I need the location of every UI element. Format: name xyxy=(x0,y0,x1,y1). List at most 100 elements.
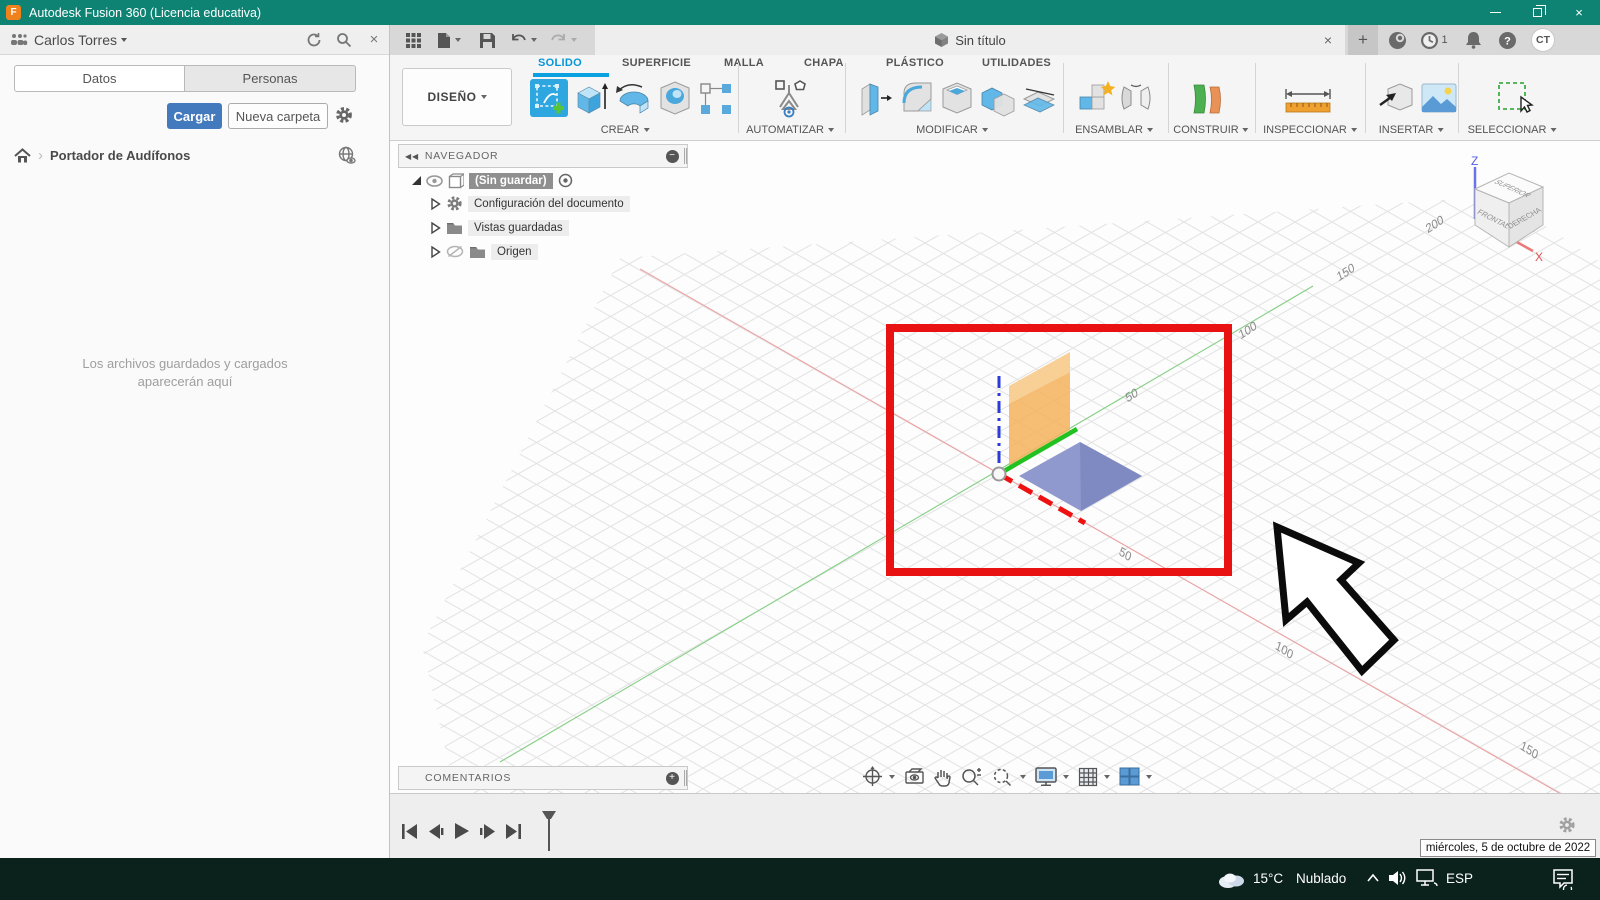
home-icon[interactable] xyxy=(14,147,31,163)
orbit-tool[interactable] xyxy=(862,766,895,787)
collapse-panel-icon[interactable]: ◀◀ xyxy=(405,152,419,161)
zoom-tool[interactable] xyxy=(961,767,983,787)
timeline-position-marker[interactable] xyxy=(541,810,557,852)
redo-icon[interactable] xyxy=(546,25,580,55)
navigator-row-saved-views[interactable]: Vistas guardadas xyxy=(430,218,569,237)
collapsed-arrow-icon[interactable] xyxy=(430,245,441,259)
volume-icon[interactable] xyxy=(1388,869,1408,887)
tab-plastico[interactable]: PLÁSTICO xyxy=(886,57,944,72)
group-seleccionar[interactable]: SELECCIONAR xyxy=(1468,124,1557,136)
timeline-step-forward-button[interactable] xyxy=(480,823,495,839)
combine-button[interactable] xyxy=(978,79,1018,122)
collapsed-arrow-icon[interactable] xyxy=(430,197,441,211)
tray-chevron-up-icon[interactable] xyxy=(1366,873,1380,883)
timeline-go-start-button[interactable] xyxy=(402,823,418,839)
automate-button[interactable] xyxy=(768,79,810,124)
extrude-button[interactable] xyxy=(574,79,610,122)
new-component-button[interactable] xyxy=(1076,79,1116,122)
group-crear[interactable]: CREAR xyxy=(601,124,650,136)
viewports-tool[interactable] xyxy=(1119,767,1152,786)
hole-button[interactable] xyxy=(656,79,694,122)
nueva-carpeta-button[interactable]: Nueva carpeta xyxy=(228,103,328,129)
hidden-eye-icon[interactable] xyxy=(446,245,464,258)
revolve-button[interactable] xyxy=(614,79,654,122)
group-inspeccionar[interactable]: INSPECCIONAR xyxy=(1263,124,1357,136)
language-indicator[interactable]: ESP xyxy=(1446,871,1473,886)
workspace-design-menu[interactable]: DISEÑO xyxy=(402,68,512,126)
new-document-tab-button[interactable]: + xyxy=(1348,25,1378,55)
close-button[interactable]: × xyxy=(1558,0,1600,25)
notifications-bell-icon[interactable] xyxy=(1458,25,1488,55)
refresh-icon[interactable] xyxy=(299,32,329,48)
tab-utilidades[interactable]: UTILIDADES xyxy=(982,57,1051,72)
measure-button[interactable] xyxy=(1282,79,1334,122)
navigator-panel-header[interactable]: ◀◀ NAVEGADOR − xyxy=(398,144,688,168)
group-ensamblar[interactable]: ENSAMBLAR xyxy=(1075,124,1153,136)
comments-panel-header[interactable]: COMENTARIOS + xyxy=(398,766,688,790)
cargar-button[interactable]: Cargar xyxy=(167,103,222,129)
fit-tool[interactable] xyxy=(992,767,1026,787)
action-center-icon[interactable] xyxy=(1552,868,1574,890)
timeline-play-button[interactable] xyxy=(455,823,469,839)
create-sketch-button[interactable] xyxy=(530,79,568,122)
app-launcher-grid-icon[interactable] xyxy=(398,25,428,55)
insert-button[interactable] xyxy=(1378,79,1416,122)
timeline-step-back-button[interactable] xyxy=(429,823,444,839)
comments-resize-handle[interactable] xyxy=(684,770,687,786)
group-modificar[interactable]: MODIFICAR xyxy=(916,124,988,136)
insert-image-button[interactable] xyxy=(1420,79,1458,122)
tab-chapa[interactable]: CHAPA xyxy=(804,57,844,72)
navigator-item-label[interactable]: Vistas guardadas xyxy=(468,219,569,236)
grid-settings-tool[interactable] xyxy=(1078,767,1110,787)
joint-button[interactable] xyxy=(1118,79,1154,122)
collapsed-arrow-icon[interactable] xyxy=(430,221,441,235)
pan-tool[interactable] xyxy=(934,767,952,787)
visibility-eye-icon[interactable] xyxy=(426,174,443,187)
document-tab[interactable]: Sin título xyxy=(595,25,1345,55)
weather-cloud-icon[interactable] xyxy=(1216,869,1246,889)
tab-datos[interactable]: Datos xyxy=(14,65,185,92)
navigator-minimize-icon[interactable]: − xyxy=(666,149,679,163)
globe-visibility-icon[interactable] xyxy=(337,146,356,165)
view-cube[interactable]: Z X SUPERIOR FRONTAL DERECHA xyxy=(1445,149,1555,264)
job-status-clock-icon[interactable]: 1 xyxy=(1414,25,1454,55)
tab-superficie[interactable]: SUPERFICIE xyxy=(622,57,691,72)
display-settings-tool[interactable] xyxy=(1035,767,1069,786)
look-at-tool[interactable] xyxy=(904,767,925,786)
user-name[interactable]: Carlos Torres xyxy=(34,32,117,48)
weather-temp[interactable]: 15°C xyxy=(1253,871,1283,886)
activate-component-icon[interactable] xyxy=(558,173,573,188)
origin-point[interactable] xyxy=(991,466,1007,482)
pattern-button[interactable] xyxy=(698,79,734,122)
timeline-settings-gear-icon[interactable] xyxy=(1558,816,1576,834)
save-icon[interactable] xyxy=(474,25,500,55)
split-button[interactable] xyxy=(1020,79,1058,122)
navigator-resize-handle[interactable] xyxy=(684,148,687,164)
panel-settings-gear-icon[interactable] xyxy=(334,105,354,125)
document-tab-close-icon[interactable]: × xyxy=(1315,25,1341,55)
expand-icon[interactable] xyxy=(412,176,421,185)
navigator-item-label[interactable]: Configuración del documento xyxy=(468,195,630,212)
restore-button[interactable] xyxy=(1516,0,1558,25)
add-comment-icon[interactable]: + xyxy=(666,771,679,785)
weather-condition[interactable]: Nublado xyxy=(1296,871,1346,886)
help-icon[interactable]: ? xyxy=(1492,25,1522,55)
minimize-button[interactable] xyxy=(1474,0,1516,25)
file-menu-icon[interactable] xyxy=(432,25,466,55)
navigator-row-origin[interactable]: Origen xyxy=(430,242,538,261)
search-icon[interactable] xyxy=(329,32,359,48)
breadcrumb-folder[interactable]: Portador de Audífonos xyxy=(50,148,190,163)
3d-viewport[interactable]: 50 100 150 200 50 100 150 ◀◀ NAVEGADOR −… xyxy=(390,141,1600,793)
network-icon[interactable] xyxy=(1416,869,1438,887)
extensions-icon[interactable] xyxy=(1382,25,1412,55)
navigator-root-label[interactable]: (Sin guardar) xyxy=(469,172,553,189)
group-construir[interactable]: CONSTRUIR xyxy=(1173,124,1249,136)
tab-personas[interactable]: Personas xyxy=(185,65,356,92)
navigator-row-doc-settings[interactable]: Configuración del documento xyxy=(430,194,630,213)
undo-icon[interactable] xyxy=(506,25,540,55)
user-avatar[interactable]: CT xyxy=(1526,25,1560,55)
tab-solido[interactable]: SOLIDO xyxy=(538,57,582,72)
construct-plane-button[interactable] xyxy=(1186,79,1228,124)
navigator-root-row[interactable]: (Sin guardar) xyxy=(412,171,573,190)
fillet-button[interactable] xyxy=(898,79,936,122)
